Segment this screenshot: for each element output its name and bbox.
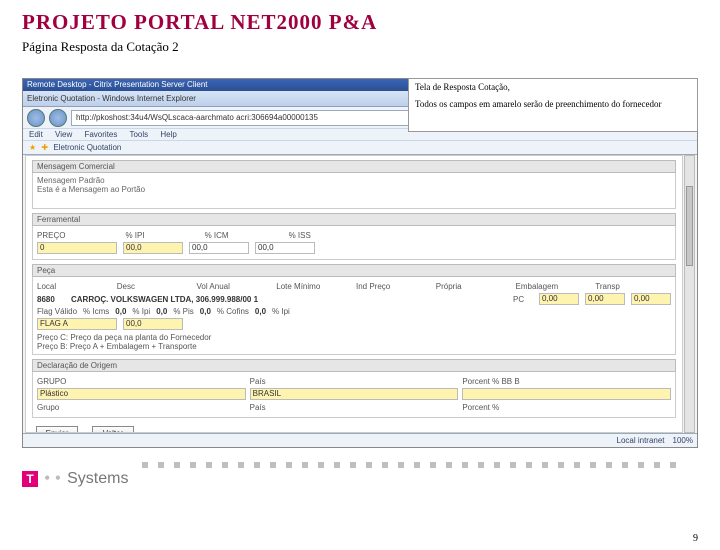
icm-input[interactable]: 00,0 bbox=[189, 242, 249, 254]
footer-dots bbox=[22, 462, 698, 498]
menu-tools[interactable]: Tools bbox=[129, 130, 148, 139]
col-ind: Ind Preço bbox=[356, 282, 432, 291]
remote-title: Remote Desktop - Citrix Presentation Ser… bbox=[27, 79, 208, 91]
menu-favorites[interactable]: Favorites bbox=[84, 130, 117, 139]
preco-label: PREÇO bbox=[37, 231, 65, 240]
favorites-icon[interactable]: ★ bbox=[29, 143, 36, 152]
col-embalagem: Embalagem bbox=[516, 282, 592, 291]
grupo-select[interactable]: Plástico bbox=[37, 388, 246, 400]
grupo2-label: Grupo bbox=[37, 403, 246, 412]
vertical-scrollbar[interactable] bbox=[684, 155, 695, 433]
cofins-value: 0,0 bbox=[255, 307, 266, 316]
pct-input[interactable] bbox=[462, 388, 671, 400]
msg-body: Mensagem Padrão Esta é a Mensagem ao Por… bbox=[32, 173, 676, 209]
pct-icms-label: % Icms bbox=[83, 307, 109, 316]
pais2-label: País bbox=[250, 403, 459, 412]
callout-line1: Tela de Resposta Cotação, bbox=[415, 82, 691, 93]
app-window: Remote Desktop - Citrix Presentation Ser… bbox=[22, 78, 698, 448]
col-lote: Lote Mínimo bbox=[276, 282, 352, 291]
pct-ipi-label: % Ipi bbox=[132, 307, 150, 316]
iss-input[interactable]: 00,0 bbox=[255, 242, 315, 254]
origem-header: Declaração de Origem bbox=[32, 359, 676, 372]
col-vol: Vol Anual bbox=[197, 282, 273, 291]
desc-value: CARROÇ. VOLKSWAGEN LTDA, 306.999.988/00 … bbox=[71, 295, 507, 304]
pct-ipi2-label: % Ipi bbox=[272, 307, 290, 316]
iss-label: % ISS bbox=[289, 231, 311, 240]
status-zone: Local intranet bbox=[617, 434, 665, 447]
col-local: Local bbox=[37, 282, 113, 291]
browser-tab[interactable]: Eletronic Quotation bbox=[53, 143, 121, 152]
back-button[interactable] bbox=[27, 109, 45, 127]
nota1: Preço C: Preço da peça na planta do Forn… bbox=[37, 333, 671, 342]
menu-edit[interactable]: Edit bbox=[29, 130, 43, 139]
ferramental-header: Ferramental bbox=[32, 213, 676, 226]
page-subtitle: Página Resposta da Cotação 2 bbox=[22, 39, 720, 55]
pais-label: País bbox=[250, 377, 459, 386]
total-input[interactable]: 00,0 bbox=[123, 318, 183, 330]
msg-header: Mensagem Comercial bbox=[32, 160, 676, 173]
pct-cofins-label: % Cofins bbox=[217, 307, 249, 316]
flag-label: Flag Válido bbox=[37, 307, 77, 316]
status-zoom[interactable]: 100% bbox=[673, 434, 693, 447]
grupo-label: GRUPO bbox=[37, 377, 246, 386]
propria-input[interactable]: 0,00 bbox=[539, 293, 579, 305]
ie-title: Eletronic Quotation - Windows Internet E… bbox=[27, 91, 196, 106]
col-propria: Própria bbox=[436, 282, 512, 291]
icms-value: 0,0 bbox=[115, 307, 126, 316]
col-transp: Transp bbox=[595, 282, 671, 291]
menu-view[interactable]: View bbox=[55, 130, 72, 139]
nota2: Preço B: Preço A + Embalagem + Transport… bbox=[37, 342, 671, 351]
embalagem-input[interactable]: 0,00 bbox=[585, 293, 625, 305]
callout-line2: Todos os campos em amarelo serão de pree… bbox=[415, 99, 691, 110]
transp-input[interactable]: 0,00 bbox=[631, 293, 671, 305]
pct-label: Porcent % BB B bbox=[462, 377, 671, 386]
pis-value: 0,0 bbox=[200, 307, 211, 316]
page-content: Mensagem Comercial Mensagem Padrão Esta … bbox=[25, 155, 683, 433]
pais-select[interactable]: BRASIL bbox=[250, 388, 459, 400]
ipi-label: % IPI bbox=[125, 231, 144, 240]
forward-button[interactable] bbox=[49, 109, 67, 127]
pct-pis-label: % Pis bbox=[173, 307, 193, 316]
ind-value: PC bbox=[513, 295, 533, 304]
col-desc: Desc bbox=[117, 282, 193, 291]
tab-strip: ★ ✚ Eletronic Quotation bbox=[23, 141, 697, 155]
ipi-value: 0,0 bbox=[156, 307, 167, 316]
scroll-thumb[interactable] bbox=[686, 186, 693, 266]
menu-help[interactable]: Help bbox=[160, 130, 176, 139]
page-title: PROJETO PORTAL NET2000 P&A bbox=[22, 10, 720, 35]
voltar-button[interactable]: Voltar bbox=[92, 426, 134, 433]
peca-header: Peça bbox=[32, 264, 676, 277]
ipi-input[interactable]: 00,0 bbox=[123, 242, 183, 254]
status-bar: Local intranet 100% bbox=[23, 433, 697, 447]
enviar-button[interactable]: Enviar bbox=[36, 426, 78, 433]
add-favorites-icon[interactable]: ✚ bbox=[41, 143, 48, 152]
flag-input[interactable]: FLAG A bbox=[37, 318, 117, 330]
preco-input[interactable]: 0 bbox=[37, 242, 117, 254]
local-value: 8680 bbox=[37, 295, 65, 304]
icm-label: % ICM bbox=[205, 231, 229, 240]
page-number: 9 bbox=[693, 533, 698, 544]
callout-note: Tela de Resposta Cotação, Todos os campo… bbox=[408, 78, 698, 132]
pct2-label: Porcent % bbox=[462, 403, 671, 412]
